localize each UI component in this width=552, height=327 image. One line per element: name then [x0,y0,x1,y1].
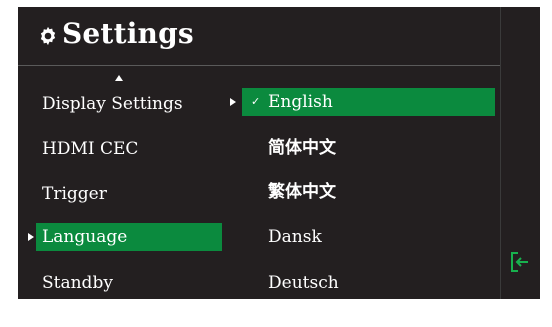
menu-item-standby[interactable]: Standby [36,269,113,297]
page-title: Settings [62,17,194,50]
current-menu-pointer-icon [28,233,34,241]
exit-icon[interactable] [510,251,530,273]
menu-item-trigger[interactable]: Trigger [36,180,107,208]
menu-item-display-settings[interactable]: Display Settings [36,90,183,118]
language-option-label: 繁体中文 [268,182,336,202]
title-divider [18,65,500,66]
language-option-traditional-chinese[interactable]: 繁体中文 [242,178,495,206]
submenu-pointer-icon [230,98,236,106]
settings-osd: Settings Display Settings HDMI CEC Trigg… [0,0,552,327]
language-option-label: 简体中文 [268,138,336,158]
menu-item-hdmi-cec[interactable]: HDMI CEC [36,135,138,163]
language-option-label: Deutsch [268,273,339,293]
language-option-deutsch[interactable]: Deutsch [242,269,495,297]
menu-scroll-up-icon[interactable] [115,75,123,81]
check-icon: ✓ [251,95,261,108]
language-option-simplified-chinese[interactable]: 简体中文 [242,134,495,162]
menu-scroll-down-icon[interactable] [117,311,125,317]
language-scroll-down-icon[interactable] [332,311,340,317]
title-bar: Settings [18,7,500,65]
language-option-dansk[interactable]: Dansk [242,223,495,251]
language-option-label: English [268,92,333,112]
language-option-label: Dansk [268,227,322,247]
language-option-english[interactable]: ✓ English [242,88,495,116]
gear-icon [40,26,56,46]
menu-item-language[interactable]: Language [36,223,222,251]
